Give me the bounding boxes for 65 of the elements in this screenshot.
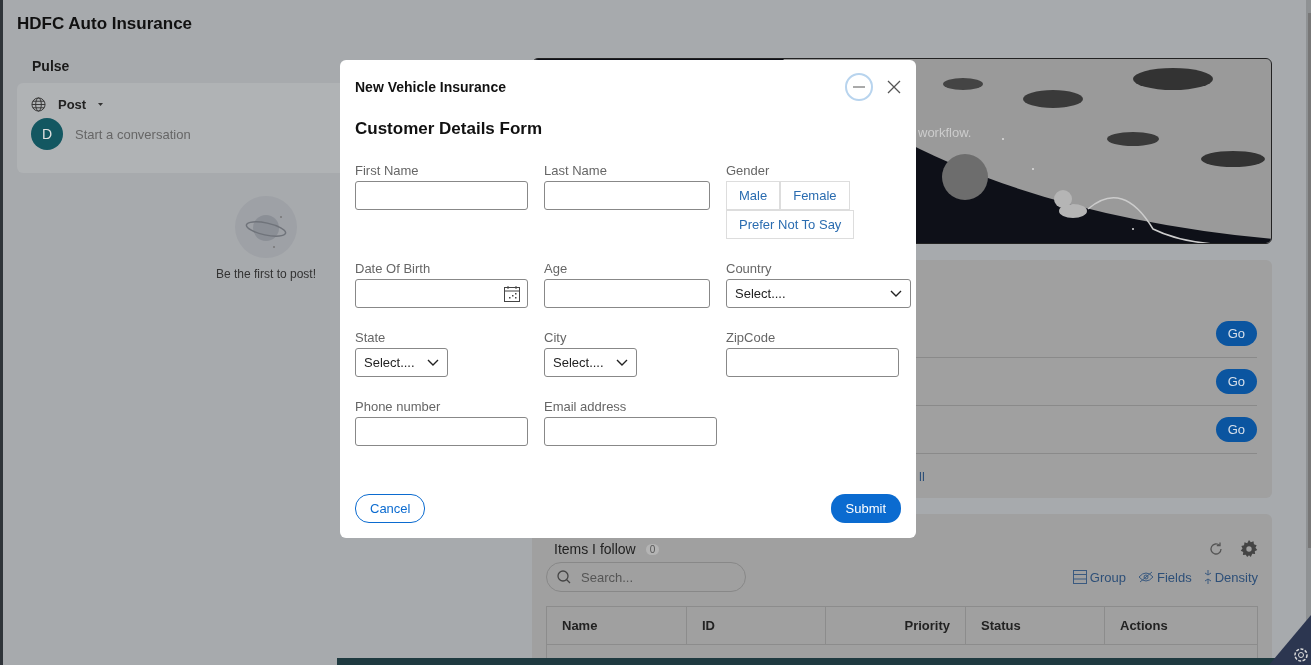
input-field[interactable] <box>544 181 710 210</box>
app-title: HDFC Auto Insurance <box>17 14 193 34</box>
chevron-down-icon[interactable] <box>615 359 628 366</box>
settings-icon[interactable] <box>1269 615 1311 665</box>
globe-icon <box>31 97 46 112</box>
field-label: First Name <box>355 163 420 178</box>
view-all-link[interactable]: ll <box>919 469 925 484</box>
pulse-title: Pulse <box>32 58 71 74</box>
density-icon[interactable] <box>1203 570 1212 584</box>
submit-button[interactable]: Submit <box>830 494 901 523</box>
field-label: City <box>544 330 568 345</box>
field-label: State <box>355 330 387 345</box>
input-field[interactable] <box>355 181 528 210</box>
minimize-button[interactable] <box>845 73 873 101</box>
field-label: ZipCode <box>726 330 777 345</box>
field-label: Email address <box>544 399 628 414</box>
cancel-button[interactable]: Cancel <box>355 494 426 523</box>
field-label: Country <box>726 261 773 276</box>
form-heading: Customer Details Form <box>355 119 544 139</box>
field-label: Date Of Birth <box>355 261 432 276</box>
post-menu[interactable]: Post <box>58 97 87 112</box>
go-button[interactable]: Go <box>1215 321 1257 346</box>
chevron-down-icon[interactable] <box>426 359 439 366</box>
search-icon <box>557 570 571 584</box>
column-header[interactable]: ID <box>687 607 826 644</box>
select-dropdown[interactable]: Select.... <box>355 348 448 377</box>
input-field[interactable] <box>726 348 899 377</box>
go-button[interactable]: Go <box>1215 417 1257 442</box>
column-header[interactable]: Priority <box>826 607 966 644</box>
field-label: Last Name <box>544 163 608 178</box>
select-dropdown[interactable]: Select.... <box>726 279 911 308</box>
chevron-down-icon[interactable] <box>890 290 902 297</box>
field-label: Gender <box>726 163 771 178</box>
settings-icon[interactable] <box>1240 540 1258 558</box>
conversation-field[interactable]: Start a conversation <box>73 125 317 143</box>
date-field[interactable] <box>355 279 528 308</box>
column-header[interactable]: Actions <box>1105 607 1257 644</box>
toolbar-link[interactable]: Fields <box>1156 569 1192 585</box>
list-icon[interactable] <box>1072 570 1087 584</box>
caret-icon[interactable] <box>98 103 104 106</box>
eye-slash-icon[interactable] <box>1137 571 1154 583</box>
search-field[interactable]: Search... <box>546 562 746 592</box>
refresh-icon[interactable] <box>1208 541 1224 557</box>
select-dropdown[interactable]: Select.... <box>544 348 637 377</box>
toolbar-link[interactable]: Group <box>1089 569 1126 585</box>
gender-option[interactable]: Female <box>780 181 850 210</box>
empty-state-text: Be the first to post! <box>215 267 317 281</box>
items-title: Items I follow <box>554 541 636 557</box>
gender-option[interactable]: Prefer Not To Say <box>726 210 855 239</box>
input-field[interactable] <box>544 417 717 446</box>
field-label: Age <box>544 261 569 276</box>
toolbar-link[interactable]: Density <box>1214 569 1258 585</box>
close-icon[interactable] <box>887 80 901 94</box>
column-header[interactable]: Status <box>966 607 1105 644</box>
user-avatar: D <box>31 118 63 150</box>
input-field[interactable] <box>355 417 528 446</box>
column-header[interactable]: Name <box>547 607 687 644</box>
dialog-title: New Vehicle Insurance <box>355 79 506 95</box>
calendar-icon[interactable] <box>503 284 521 303</box>
planet-icon <box>234 195 298 259</box>
field-label: Phone number <box>355 399 442 414</box>
input-field[interactable] <box>544 279 710 308</box>
count-badge: 0 <box>645 543 660 555</box>
go-button[interactable]: Go <box>1215 369 1257 394</box>
gender-option[interactable]: Male <box>726 181 781 210</box>
